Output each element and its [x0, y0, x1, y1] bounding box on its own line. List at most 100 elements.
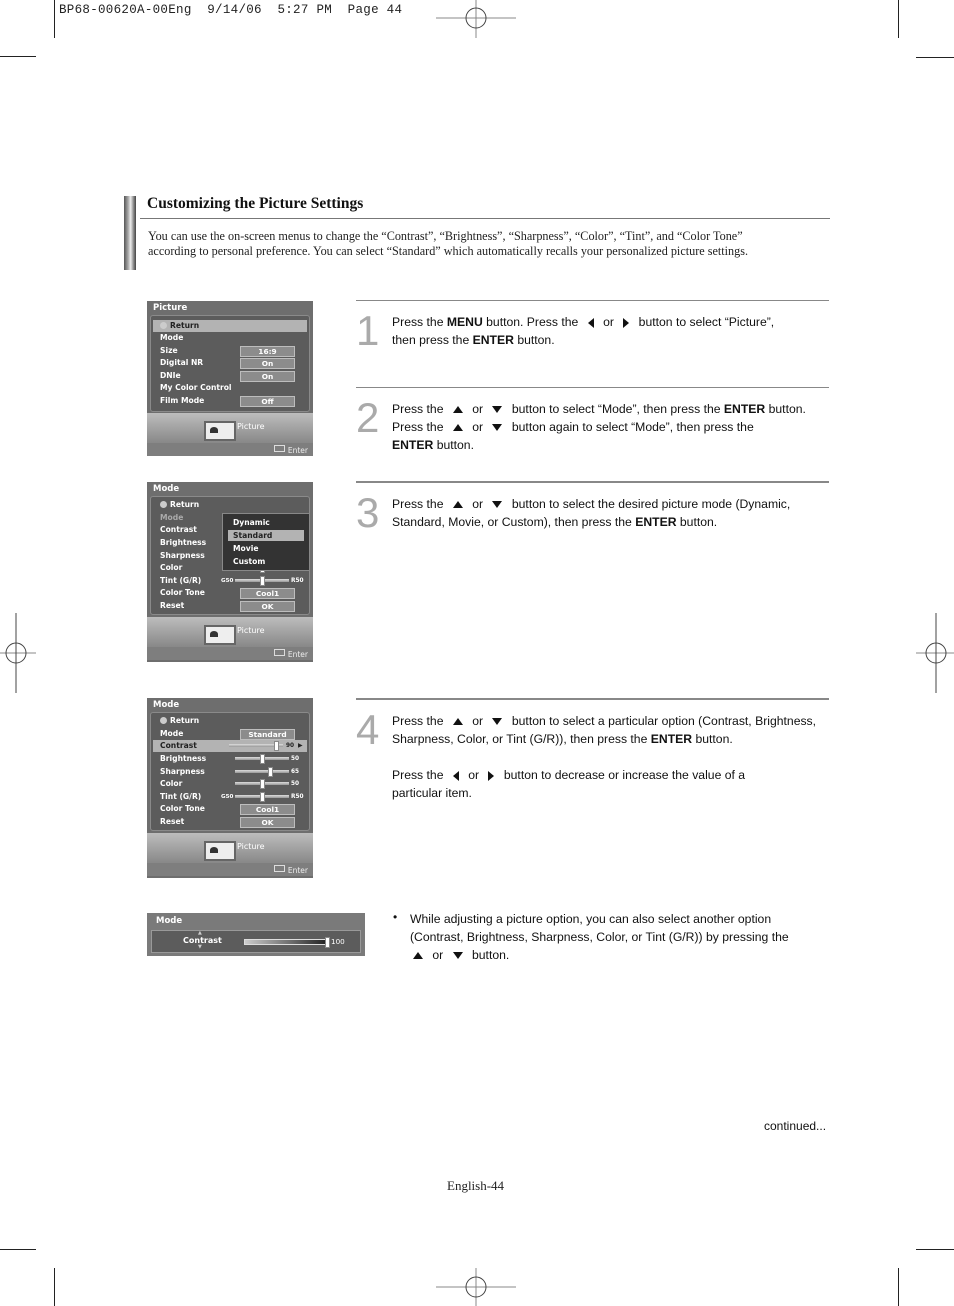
print-header: BP68-00620A-00Eng 9/14/06 5:27 PM Page 4…	[59, 3, 402, 17]
enter-icon	[273, 649, 285, 656]
text: particular item.	[392, 786, 472, 800]
osd-row-dnie[interactable]: DNIe On	[151, 370, 309, 382]
return-icon	[160, 501, 167, 508]
tint-slider[interactable]	[235, 576, 289, 586]
osd-row-tint[interactable]: Tint (G/R) G50 R50	[151, 791, 309, 803]
osd-row-color-tone[interactable]: Color Tone Cool1	[151, 803, 309, 815]
text: button.	[676, 515, 718, 529]
osd-footer: Enter	[147, 647, 313, 660]
crop-mark	[0, 1249, 36, 1250]
step-1-text: Press the MENU button. Press the or butt…	[392, 313, 822, 349]
return-label: Return	[170, 716, 200, 725]
enter-key: ENTER	[650, 732, 693, 746]
row-label: Brightness	[160, 538, 207, 547]
osd-row-brightness[interactable]: Brightness 50	[151, 753, 309, 765]
osd-contrast-adjust: Mode ▲ Contrast ▼ 100	[147, 913, 365, 956]
osd-row-mode[interactable]: Mode Standard	[151, 728, 309, 740]
text: button to select “Picture”,	[635, 315, 775, 329]
osd-row-color[interactable]: Color 50	[151, 778, 309, 790]
slider-knob[interactable]	[260, 576, 265, 586]
osd-category-bar: Picture	[147, 617, 313, 647]
osd-row-mode[interactable]: Mode	[151, 332, 309, 344]
osd-row-tint[interactable]: Tint (G/R) G50 R50	[151, 575, 309, 587]
sharpness-slider[interactable]	[235, 767, 289, 777]
osd-row-reset[interactable]: Reset OK	[151, 600, 309, 612]
contrast-slider[interactable]	[244, 937, 330, 948]
tint-slider[interactable]	[235, 792, 289, 802]
print-date: 9/14/06	[207, 3, 262, 17]
row-label: Color Tone	[160, 804, 205, 813]
osd-row-size[interactable]: Size 16:9	[151, 345, 309, 357]
enter-label: Enter	[287, 446, 308, 455]
row-label: Size	[160, 346, 178, 355]
enter-icon	[273, 865, 285, 872]
adjust-label: Contrast	[183, 936, 222, 945]
title-divider	[140, 218, 830, 219]
picture-tv-icon	[204, 625, 236, 645]
row-label: Reset	[160, 817, 185, 826]
print-time: 5:27 PM	[277, 3, 333, 17]
osd-row-my-color-control[interactable]: My Color Control	[151, 382, 309, 394]
row-value: Off	[240, 396, 295, 407]
osd-title: Mode	[153, 700, 180, 710]
osd-title: Mode	[156, 916, 183, 926]
row-label: Tint (G/R)	[160, 792, 202, 801]
up-arrow-icon	[452, 424, 463, 432]
row-value: On	[240, 358, 295, 369]
row-value: OK	[240, 817, 295, 828]
color-slider[interactable]	[235, 779, 289, 789]
return-icon	[160, 717, 167, 724]
category-label: Picture	[237, 422, 265, 431]
page-number: English-44	[447, 1178, 505, 1193]
menu-key: MENU	[446, 315, 483, 329]
text: button to select “Mode”, then press the	[508, 402, 724, 416]
slider-knob[interactable]	[267, 767, 273, 777]
osd-category-bar: Picture	[147, 413, 313, 443]
mode-option-custom[interactable]: Custom	[228, 556, 304, 567]
slider-knob[interactable]	[325, 937, 330, 948]
slider-knob[interactable]	[260, 754, 265, 764]
enter-key: ENTER	[635, 515, 677, 529]
slider-value: 50	[291, 781, 300, 787]
slider-knob[interactable]	[260, 792, 265, 802]
slider-knob[interactable]	[274, 741, 279, 751]
osd-row-color-tone[interactable]: Color Tone Cool1	[151, 587, 309, 599]
title-accent-bar	[124, 196, 136, 270]
osd-return-row[interactable]: Return	[151, 499, 309, 511]
osd-row-digital-nr[interactable]: Digital NR On	[151, 357, 309, 369]
text: Press the	[392, 714, 447, 728]
row-label: Sharpness	[160, 767, 205, 776]
mode-option-movie[interactable]: Movie	[228, 543, 304, 554]
crop-mark	[898, 0, 899, 38]
registration-mark-top	[436, 0, 516, 38]
osd-return-row[interactable]: Return	[153, 320, 307, 332]
text: Press the	[392, 402, 447, 416]
contrast-slider[interactable]	[229, 741, 283, 751]
text: button to decrease or increase the value…	[500, 768, 746, 782]
osd-row-sharpness[interactable]: Sharpness 65	[151, 766, 309, 778]
slider-knob[interactable]	[260, 779, 265, 789]
step-4-text: Press the or button to select a particul…	[392, 712, 822, 802]
osd-title: Picture	[153, 303, 188, 313]
brightness-slider[interactable]	[235, 754, 289, 764]
intro-line: You can use the on-screen menus to chang…	[148, 229, 743, 243]
osd-row-reset[interactable]: Reset OK	[151, 816, 309, 828]
print-page: Page 44	[347, 3, 403, 17]
osd-row-contrast[interactable]: Contrast 90 ▶	[153, 740, 307, 752]
row-label: Color	[160, 779, 183, 788]
mode-option-dynamic[interactable]: Dynamic	[228, 517, 304, 528]
enter-label: Enter	[287, 866, 308, 875]
osd-return-row[interactable]: Return	[151, 715, 309, 727]
row-value: Standard	[240, 729, 295, 740]
step-divider	[356, 481, 829, 483]
tint-left-label: G50	[221, 794, 234, 800]
section-title: Customizing the Picture Settings	[147, 195, 364, 212]
text: or	[429, 948, 447, 962]
osd-row-film-mode[interactable]: Film Mode Off	[151, 395, 309, 407]
down-arrow-icon	[492, 718, 503, 726]
row-label: Mode	[160, 333, 184, 342]
step-number: 4	[356, 706, 380, 753]
text: button.	[765, 402, 806, 416]
mode-dropdown: Dynamic Standard Movie Custom	[222, 513, 310, 571]
mode-option-standard[interactable]: Standard	[228, 530, 304, 541]
